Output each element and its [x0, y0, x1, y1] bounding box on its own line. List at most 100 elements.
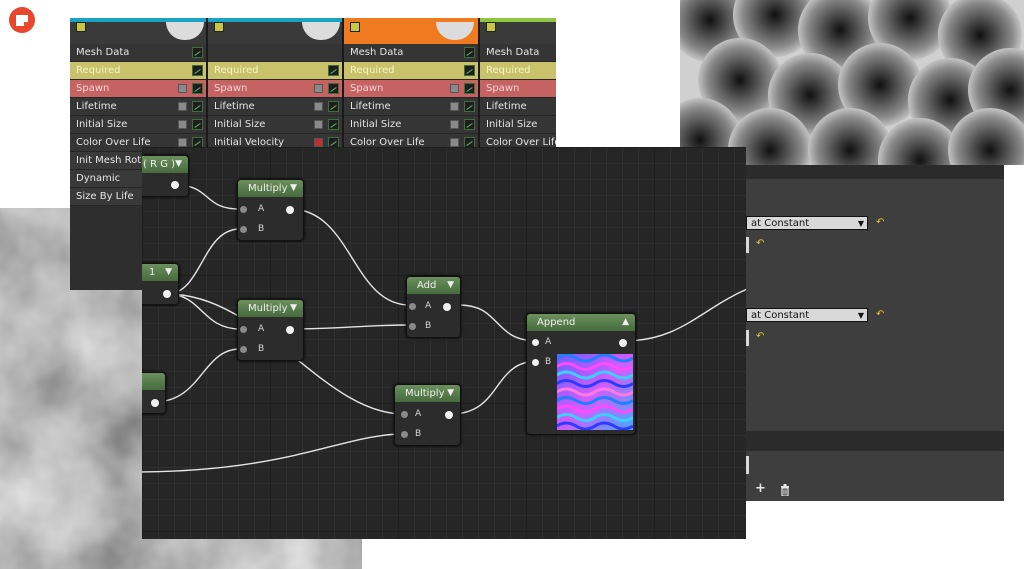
chevron-down-icon[interactable]: ▼: [175, 156, 182, 173]
curve-icon[interactable]: [464, 101, 475, 112]
curve-icon[interactable]: [328, 119, 339, 130]
chevron-down-icon[interactable]: ▼: [165, 264, 172, 281]
module-row[interactable]: Initial Size: [344, 116, 478, 134]
emitter-header[interactable]: [208, 18, 342, 44]
output-pin[interactable]: [171, 181, 179, 189]
input-pin-b[interactable]: [240, 346, 247, 353]
output-pin[interactable]: [619, 339, 627, 347]
output-pin[interactable]: [443, 303, 451, 311]
append-node[interactable]: Append ▲ A B: [526, 313, 636, 435]
reset-icon[interactable]: ↶: [876, 217, 884, 228]
input-pin-a[interactable]: [240, 326, 247, 333]
module-row[interactable]: Required: [208, 62, 342, 80]
module-row[interactable]: Lifetime: [344, 98, 478, 116]
chevron-down-icon[interactable]: ▼: [290, 300, 297, 317]
add-node[interactable]: Add ▼ A B: [406, 276, 461, 338]
emitter-header-selected[interactable]: [344, 18, 478, 44]
module-row[interactable]: Lifetime: [480, 98, 556, 116]
curve-icon[interactable]: [328, 101, 339, 112]
enable-checkbox[interactable]: [178, 120, 187, 129]
module-row[interactable]: Spawn: [70, 80, 206, 98]
curve-icon[interactable]: [192, 47, 203, 58]
input-pin-b[interactable]: [532, 359, 539, 366]
multiply-node-2[interactable]: Multiply ▼ A B: [237, 299, 304, 361]
value-field[interactable]: [746, 330, 749, 346]
enable-checkbox[interactable]: [314, 84, 323, 93]
value-type-combo[interactable]: at Constant ▼: [746, 308, 868, 322]
enable-checkbox[interactable]: [450, 138, 459, 147]
pin-label: A: [258, 204, 265, 214]
input-pin-a[interactable]: [532, 339, 539, 346]
pin-label: A: [425, 301, 432, 311]
module-row[interactable]: Mesh Data: [344, 44, 478, 62]
enable-checkbox[interactable]: [178, 84, 187, 93]
emitter-header[interactable]: [70, 18, 206, 44]
curve-icon[interactable]: [464, 65, 475, 76]
output-pin[interactable]: [286, 206, 294, 214]
output-pin[interactable]: [286, 326, 294, 334]
curve-icon[interactable]: [464, 47, 475, 58]
enable-checkbox[interactable]: [450, 102, 459, 111]
enable-checkbox[interactable]: [314, 120, 323, 129]
curve-icon[interactable]: [328, 65, 339, 76]
module-row[interactable]: Spawn: [344, 80, 478, 98]
module-row[interactable]: Spawn: [208, 80, 342, 98]
curve-icon[interactable]: [328, 83, 339, 94]
multiply-node-3[interactable]: Multiply ▼ A B: [394, 384, 461, 446]
partial-node[interactable]: [142, 372, 166, 414]
add-element-button[interactable]: +: [755, 481, 766, 496]
module-row[interactable]: Initial Size: [480, 116, 556, 134]
module-row[interactable]: Lifetime: [70, 98, 206, 116]
enable-checkbox[interactable]: [178, 138, 187, 147]
value-type-combo[interactable]: at Constant ▼: [746, 216, 868, 230]
material-graph-canvas[interactable]: ( R G ) ▼ 1 ▼ Multiply ▼ A B Multiply ▼ A B …: [142, 147, 746, 539]
constant-node[interactable]: 1 ▼: [142, 263, 179, 305]
emitter-header[interactable]: [480, 18, 556, 44]
module-row[interactable]: Lifetime: [208, 98, 342, 116]
node-title: ( R G ) ▼: [142, 156, 188, 173]
curve-icon[interactable]: [192, 119, 203, 130]
input-pin-b[interactable]: [401, 431, 408, 438]
reset-icon[interactable]: ↶: [756, 331, 764, 342]
input-pin-a[interactable]: [409, 303, 416, 310]
component-mask-node[interactable]: ( R G ) ▼: [142, 155, 189, 197]
multiply-node-1[interactable]: Multiply ▼ A B: [237, 179, 304, 241]
input-pin-b[interactable]: [409, 323, 416, 330]
module-row[interactable]: Required: [70, 62, 206, 80]
input-pin-a[interactable]: [401, 411, 408, 418]
module-row[interactable]: Mesh Data: [480, 44, 556, 62]
chevron-up-icon[interactable]: ▲: [622, 314, 629, 331]
module-row[interactable]: Required: [480, 62, 556, 80]
array-field[interactable]: [746, 456, 749, 474]
enable-checkbox[interactable]: [450, 120, 459, 129]
reset-icon[interactable]: ↶: [756, 238, 764, 249]
value-field[interactable]: [746, 237, 749, 253]
module-row[interactable]: Spawn: [480, 80, 556, 98]
curve-icon[interactable]: [192, 101, 203, 112]
trash-icon[interactable]: [780, 484, 790, 496]
reset-icon[interactable]: ↶: [876, 309, 884, 320]
input-pin-b[interactable]: [240, 226, 247, 233]
input-pin-a[interactable]: [240, 206, 247, 213]
curve-icon[interactable]: [192, 65, 203, 76]
disabled-checkbox[interactable]: [314, 138, 323, 147]
curve-icon[interactable]: [192, 83, 203, 94]
module-row[interactable]: [208, 44, 342, 62]
output-pin[interactable]: [151, 399, 159, 407]
module-row[interactable]: Required: [344, 62, 478, 80]
module-row[interactable]: Mesh Data: [70, 44, 206, 62]
output-pin[interactable]: [445, 411, 453, 419]
emitter-thumbnail: [302, 22, 340, 40]
node-title: Multiply ▼: [238, 300, 303, 317]
chevron-down-icon[interactable]: ▼: [447, 277, 454, 294]
output-pin[interactable]: [163, 290, 171, 298]
chevron-down-icon[interactable]: ▼: [290, 180, 297, 197]
enable-checkbox[interactable]: [178, 102, 187, 111]
curve-icon[interactable]: [464, 119, 475, 130]
enable-checkbox[interactable]: [314, 102, 323, 111]
module-row[interactable]: Initial Size: [70, 116, 206, 134]
chevron-down-icon[interactable]: ▼: [447, 385, 454, 402]
enable-checkbox[interactable]: [450, 84, 459, 93]
module-row[interactable]: Initial Size: [208, 116, 342, 134]
curve-icon[interactable]: [464, 83, 475, 94]
